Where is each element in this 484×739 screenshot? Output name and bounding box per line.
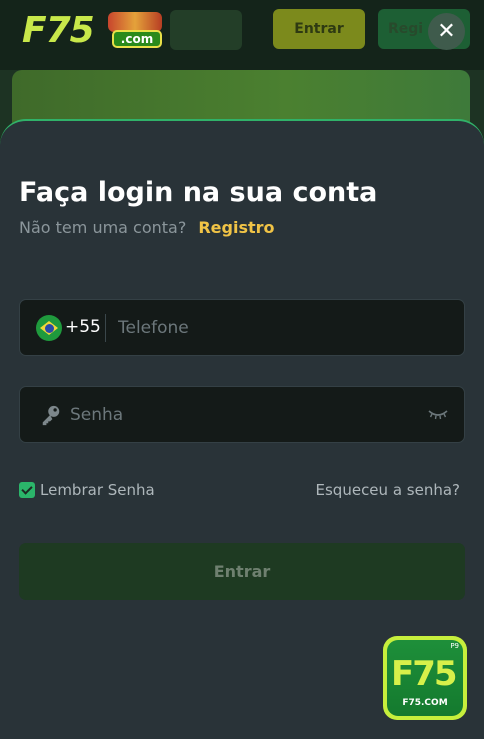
logo-chips-icon bbox=[108, 12, 162, 32]
password-field bbox=[19, 386, 465, 443]
eye-closed-icon[interactable] bbox=[428, 407, 448, 421]
register-link[interactable]: Registro bbox=[198, 218, 274, 237]
forgot-password-link[interactable]: Esqueceu a senha? bbox=[316, 481, 460, 499]
background-logo: F75 bbox=[22, 10, 95, 51]
register-prompt: Não tem uma conta? Registro bbox=[19, 218, 275, 237]
no-account-text: Não tem uma conta? bbox=[19, 218, 187, 237]
phone-input[interactable] bbox=[118, 300, 448, 355]
brazil-flag-icon[interactable] bbox=[36, 315, 62, 341]
remember-password[interactable]: Lembrar Senha bbox=[19, 480, 155, 500]
badge-tag: P9 bbox=[450, 642, 459, 650]
field-divider bbox=[105, 314, 106, 342]
close-button[interactable]: ✕ bbox=[428, 13, 465, 50]
background-logo-badge: .com bbox=[108, 12, 162, 50]
page-title: Faça login na sua conta bbox=[19, 177, 378, 208]
password-input[interactable] bbox=[70, 387, 420, 442]
floating-logo-badge[interactable]: P9 F75 F75.COM bbox=[383, 636, 467, 720]
remember-checkbox[interactable] bbox=[19, 482, 35, 498]
remember-label: Lembrar Senha bbox=[40, 481, 155, 499]
country-code[interactable]: +55 bbox=[65, 317, 101, 337]
badge-inner: P9 F75 F75.COM bbox=[387, 640, 463, 716]
background-promo bbox=[170, 10, 242, 50]
key-icon bbox=[42, 405, 60, 426]
badge-domain-text: F75.COM bbox=[402, 698, 448, 708]
badge-logo-text: F75 bbox=[391, 654, 458, 694]
logo-domain: .com bbox=[112, 30, 162, 48]
login-button[interactable]: Entrar bbox=[19, 543, 465, 600]
background-login-button: Entrar bbox=[273, 9, 365, 49]
phone-field: +55 bbox=[19, 299, 465, 356]
